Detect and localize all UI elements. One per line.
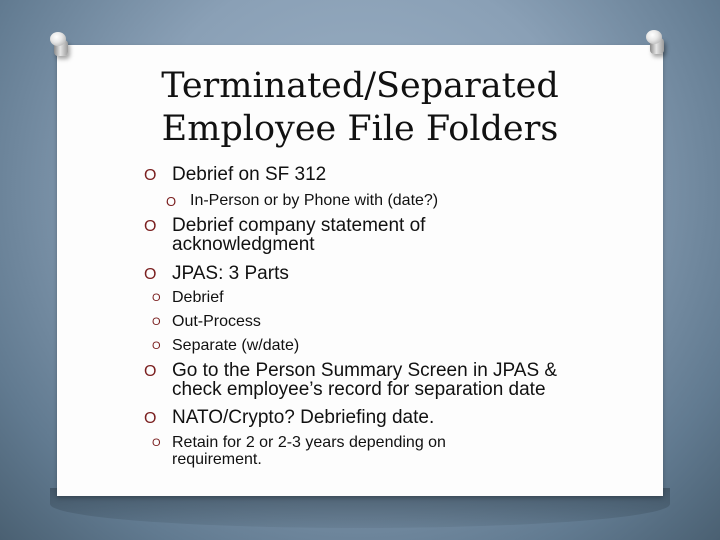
list-item: O Go to the Person Summary Screen in JPA… bbox=[144, 360, 558, 400]
list-item: O Retain for 2 or 2-3 years depending on… bbox=[152, 434, 446, 468]
bullet-icon: O bbox=[144, 363, 157, 380]
list-item: O NATO/Crypto? Debriefing date. bbox=[144, 407, 435, 428]
slide-title: Terminated/Separated Employee File Folde… bbox=[57, 65, 663, 151]
pushpin-icon bbox=[646, 30, 668, 56]
list-item: O In-Person or by Phone with (date?) bbox=[166, 192, 439, 209]
bullet-icon: O bbox=[144, 218, 157, 235]
bullet-icon: O bbox=[152, 437, 161, 449]
bullet-icon: O bbox=[144, 410, 157, 427]
pushpin-head bbox=[50, 32, 66, 46]
slide-paper: Terminated/Separated Employee File Folde… bbox=[57, 45, 663, 496]
pushpin-head bbox=[646, 30, 662, 44]
bullet-icon: O bbox=[152, 292, 161, 304]
bullet-icon: O bbox=[152, 316, 161, 328]
bullet-icon: O bbox=[144, 167, 157, 184]
list-item: O JPAS: 3 Parts bbox=[144, 263, 289, 284]
title-line-2: Employee File Folders bbox=[161, 109, 559, 149]
pushpin-icon bbox=[50, 32, 72, 58]
list-item: O Debrief company statement of acknowled… bbox=[144, 215, 426, 255]
bullet-icon: O bbox=[166, 194, 177, 209]
bullet-icon: O bbox=[144, 266, 157, 283]
bullet-icon: O bbox=[152, 340, 161, 352]
list-item: O Separate (w/date) bbox=[152, 337, 300, 354]
list-item: O Debrief bbox=[152, 289, 224, 306]
list-item: O Out-Process bbox=[152, 313, 261, 330]
list-item: O Debrief on SF 312 bbox=[144, 164, 327, 185]
title-line-1: Terminated/Separated bbox=[161, 66, 559, 106]
